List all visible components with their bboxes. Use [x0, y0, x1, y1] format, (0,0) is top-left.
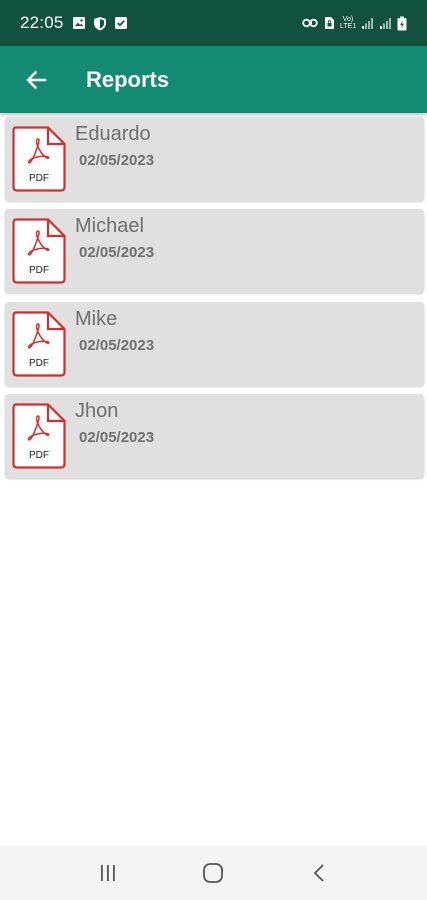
- status-bar: 22:05 Vo) LTE1: [0, 0, 427, 46]
- volte-icon: Vo) LTE1: [340, 16, 356, 30]
- report-name: Michael: [75, 215, 144, 237]
- report-date: 02/05/2023: [79, 152, 155, 169]
- pdf-icon-label: PDF: [29, 450, 49, 461]
- report-name: Jhon: [75, 400, 119, 422]
- list-item[interactable]: PDF Eduardo 02/05/2023: [5, 117, 424, 201]
- signal-icon: [380, 18, 391, 29]
- pdf-file-icon: PDF: [12, 403, 66, 469]
- status-right-icons: Vo) LTE1: [302, 16, 407, 31]
- report-date: 02/05/2023: [79, 244, 155, 261]
- recent-apps-button[interactable]: [88, 853, 128, 893]
- image-icon: [72, 17, 85, 29]
- home-icon: [203, 862, 224, 883]
- pdf-icon-label: PDF: [29, 358, 49, 369]
- report-name: Eduardo: [75, 123, 151, 145]
- list-item[interactable]: PDF Michael 02/05/2023: [5, 209, 424, 293]
- back-chevron-icon: [313, 863, 324, 882]
- pdf-file-icon: PDF: [12, 126, 66, 192]
- signal-icon: [362, 18, 373, 29]
- report-date: 02/05/2023: [79, 337, 155, 354]
- report-name: Mike: [75, 308, 118, 330]
- pdf-file-icon: PDF: [12, 311, 66, 377]
- list-item[interactable]: PDF Mike 02/05/2023: [5, 302, 424, 386]
- volte-line1: Vo): [342, 16, 354, 23]
- app-bar: Reports: [0, 46, 427, 113]
- volte-line2: LTE1: [340, 23, 357, 30]
- home-button[interactable]: [193, 853, 233, 893]
- system-nav-bar: [0, 845, 427, 900]
- pdf-icon-label: PDF: [29, 265, 49, 276]
- page-title: Reports: [86, 66, 170, 92]
- pdf-icon-label: PDF: [29, 173, 49, 184]
- recent-apps-icon: [100, 864, 115, 881]
- sim-lock-icon: [325, 17, 334, 29]
- battery-icon: [397, 16, 407, 30]
- status-time: 22:05: [20, 13, 64, 32]
- status-left-icons: [72, 16, 128, 31]
- shield-icon: [93, 16, 106, 30]
- back-button[interactable]: [8, 52, 64, 108]
- system-back-button[interactable]: [299, 853, 339, 893]
- key-icon: [302, 18, 318, 28]
- list-item[interactable]: PDF Jhon 02/05/2023: [5, 394, 424, 478]
- arrow-left-icon: [26, 70, 47, 89]
- check-square-icon: [114, 17, 127, 29]
- pdf-file-icon: PDF: [12, 218, 66, 284]
- report-date: 02/05/2023: [79, 429, 155, 446]
